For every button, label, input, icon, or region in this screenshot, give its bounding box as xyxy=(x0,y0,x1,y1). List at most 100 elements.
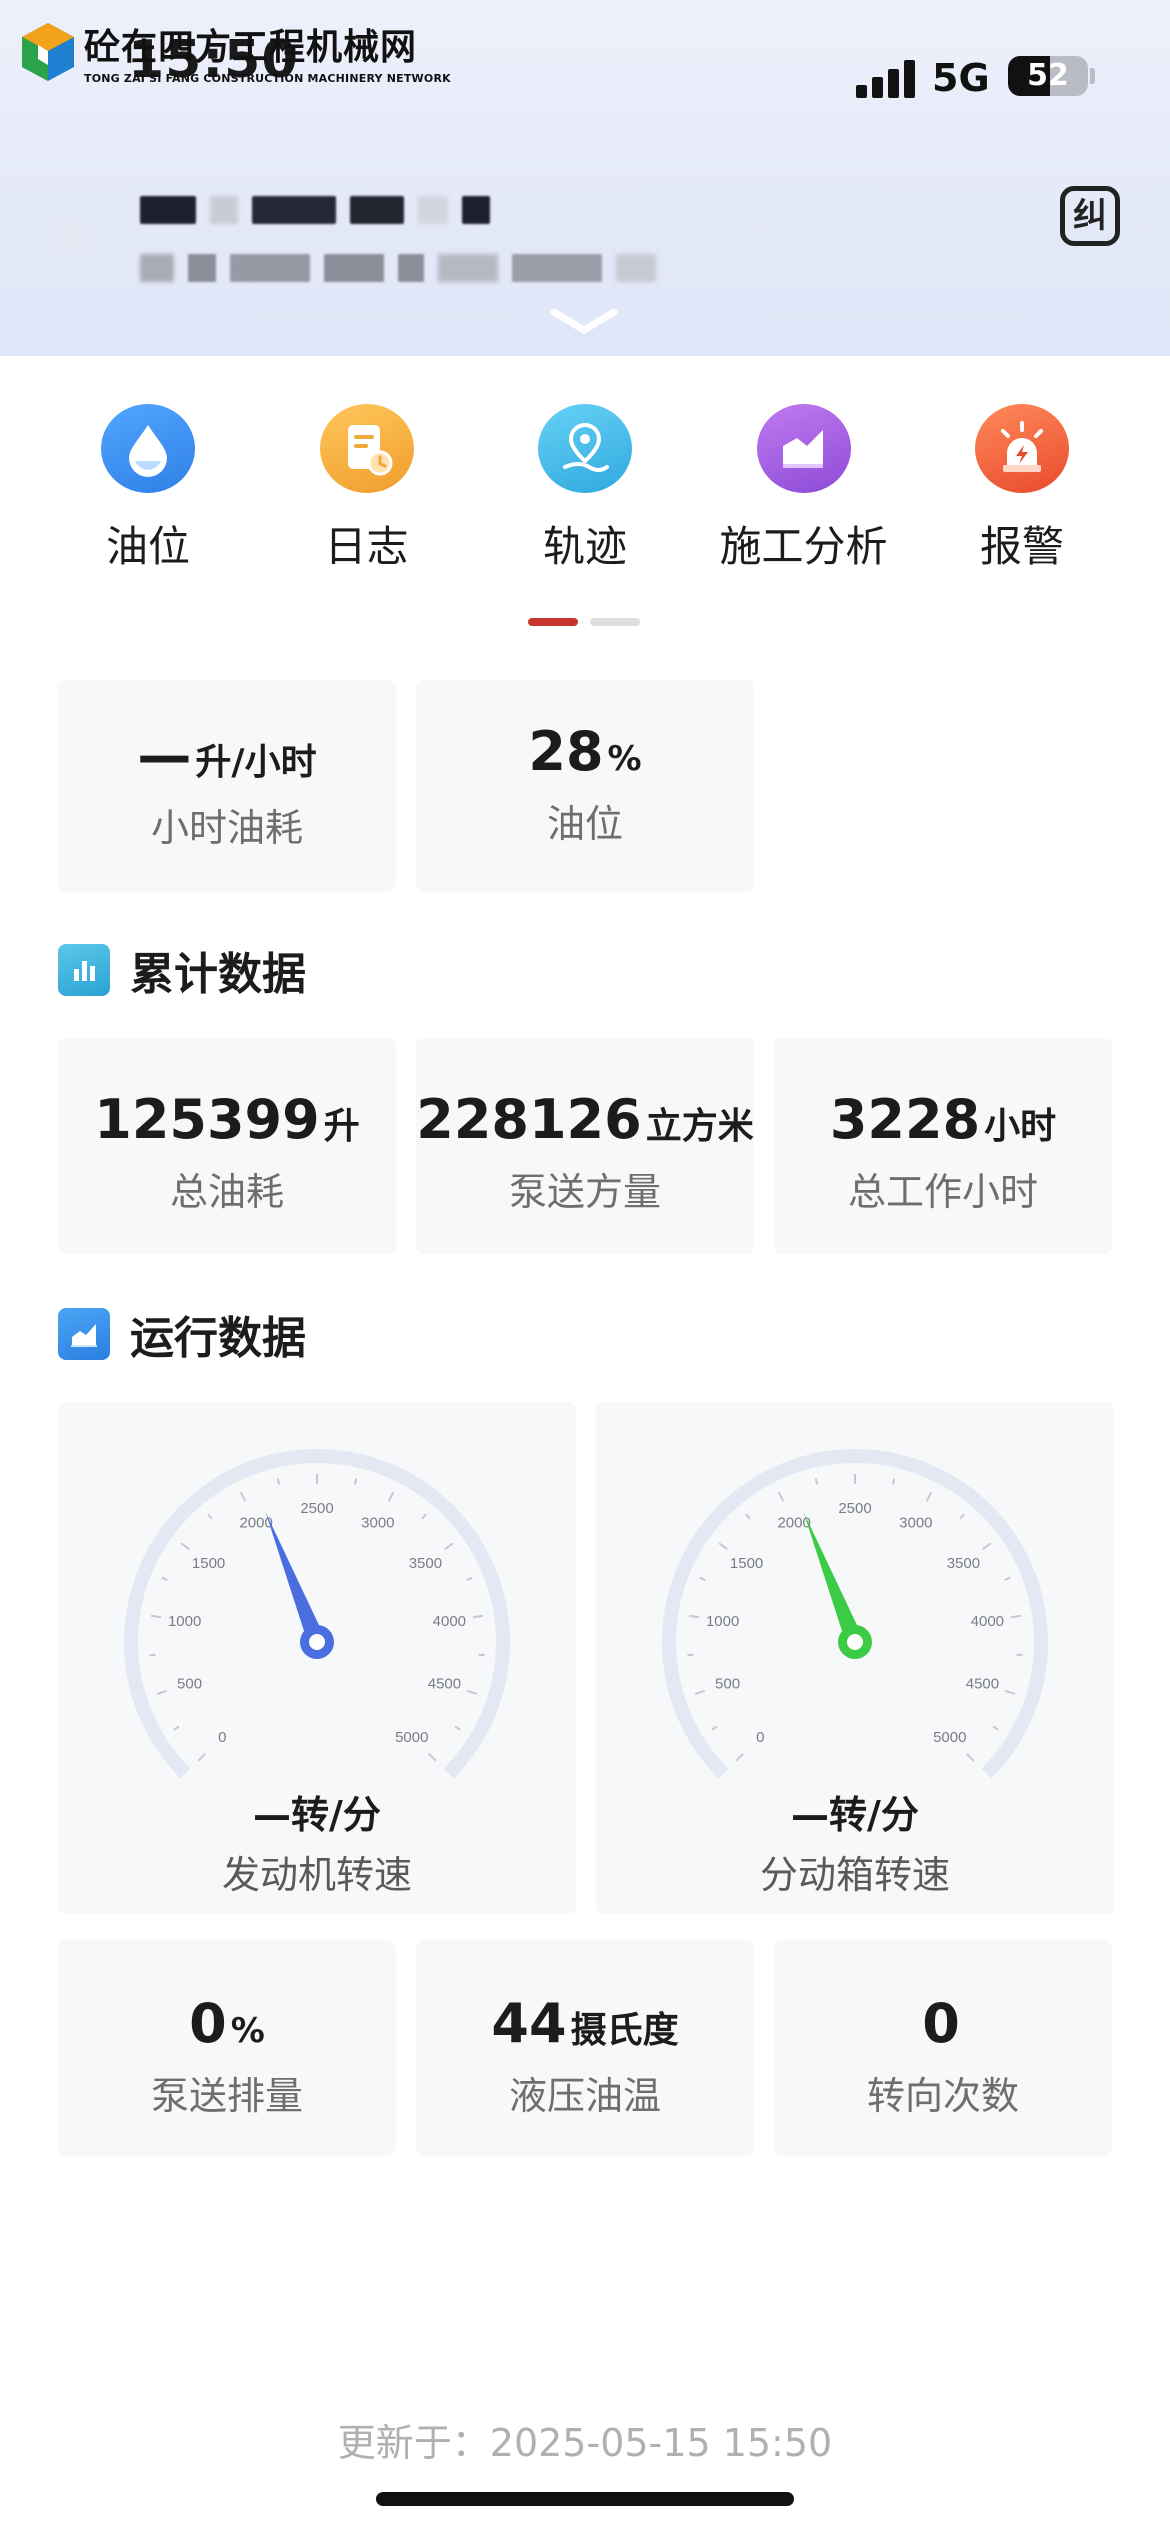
stat-unit: % xyxy=(230,2011,265,2051)
stat-label: 转向次数 xyxy=(866,2074,1019,2118)
stat-unit: 立方米 xyxy=(645,1106,754,1147)
header-panel: 15:50 砼在四方工程机械网 TONG ZAI SI FANG CONSTRU… xyxy=(0,0,1170,356)
gauge-tick xyxy=(777,1491,785,1502)
gauge-tick-label: 2500 xyxy=(300,1500,333,1517)
func-icon-bg xyxy=(319,404,414,493)
gauge-tick-label: 3000 xyxy=(361,1515,394,1532)
function-label: 油位 xyxy=(105,522,190,571)
function-oil-level[interactable]: 油位 xyxy=(48,404,248,574)
gauge-tick-label: 1000 xyxy=(168,1613,201,1630)
gauge-tick xyxy=(421,1513,427,1520)
function-log[interactable]: 日志 xyxy=(267,404,467,574)
function-alarm[interactable]: 报警 xyxy=(922,404,1122,574)
gauge-tick xyxy=(207,1513,213,1520)
construction-chart-icon xyxy=(782,429,823,468)
gauge-tick-label: 1000 xyxy=(706,1613,739,1630)
gauge-card-transfer-case-speed: 0 500 1000 1500 2000 2500 3000 3500 4000 4500 5000… xyxy=(596,1402,1114,1914)
stat-unit: 小时 xyxy=(984,1106,1057,1147)
gauge-hub-center xyxy=(847,1634,863,1650)
device-detail-page: 15:50 砼在四方工程机械网 TONG ZAI SI FANG CONSTRU… xyxy=(0,0,1170,2532)
chevron-down-icon[interactable] xyxy=(548,306,620,336)
stat-card-hydraulic-oil-temp: 44 摄氏度 液压油温 xyxy=(416,1940,754,2156)
gauge-tick xyxy=(428,1753,437,1762)
gauge-tick-label: 5000 xyxy=(933,1729,966,1746)
watermark: 砼在四方工程机械网 TONG ZAI SI FANG CONSTRUCTION … xyxy=(20,18,451,85)
function-track[interactable]: 轨迹 xyxy=(485,404,685,574)
area-chart-icon xyxy=(58,1308,110,1360)
stat-label: 泵送方量 xyxy=(508,1170,661,1214)
stat-unit: 升/小时 xyxy=(195,742,317,783)
gauge-tick-label: 4500 xyxy=(966,1675,999,1692)
function-label: 轨迹 xyxy=(542,522,627,571)
gauge-tick xyxy=(992,1725,999,1731)
gauge-tick xyxy=(688,1614,700,1619)
section-title-text: 运行数据 xyxy=(130,1313,306,1364)
gauge-tick-label: 2500 xyxy=(838,1500,871,1517)
update-timestamp: 更新于：2025-05-15 15:50 xyxy=(337,2421,833,2465)
transfer-case-speed-gauge: 0500100015002000250030003500400045005000 xyxy=(662,1449,1048,1779)
stat-unit: % xyxy=(607,739,642,779)
stat-card-pump-displacement: 0% 泵送排量 xyxy=(58,1940,396,2156)
gauge-tick xyxy=(466,1689,478,1695)
page-dot-inactive xyxy=(590,618,640,626)
gauge-tick-label: 4000 xyxy=(433,1613,466,1630)
correct-button[interactable]: 纠 xyxy=(1060,186,1120,246)
section-title-text: 累计数据 xyxy=(130,949,306,1000)
gauge-tick xyxy=(173,1725,180,1731)
bar-chart-icon xyxy=(58,944,110,996)
network-type: 5G xyxy=(932,56,990,100)
watermark-name-en: TONG ZAI SI FANG CONSTRUCTION MACHINERY … xyxy=(84,72,451,85)
page-dot-active xyxy=(528,618,578,626)
function-grid: 油位 日志 轨迹 施工分析 报警 xyxy=(48,404,1122,574)
gauge-tick xyxy=(276,1478,281,1485)
home-indicator[interactable] xyxy=(376,2492,794,2506)
watermark-logo-icon xyxy=(22,22,74,81)
stat-card-hourly-fuel: — 升/小时 小时油耗 xyxy=(58,680,396,892)
gauge-tick-label: 3500 xyxy=(409,1555,442,1572)
gauge-label: 分动箱转速 xyxy=(759,1853,950,1897)
gauge-tick xyxy=(891,1478,896,1485)
function-label: 报警 xyxy=(979,522,1064,571)
func-icon-bg xyxy=(101,404,195,493)
log-document-icon xyxy=(347,424,392,475)
gauge-tick-label: 500 xyxy=(715,1675,740,1692)
signal-strength-icon xyxy=(856,60,916,98)
stat-label: 油位 xyxy=(546,802,623,846)
gauge-tick-label: 0 xyxy=(218,1729,226,1746)
stat-value: 0 xyxy=(189,1992,227,2055)
stat-value: 125399 xyxy=(94,1088,320,1151)
gauge-tick xyxy=(925,1491,933,1502)
stat-value: 228126 xyxy=(416,1088,642,1151)
stat-value: 3228 xyxy=(829,1088,981,1151)
gauge-tick-label: 5000 xyxy=(395,1729,428,1746)
gauge-tick xyxy=(472,1614,484,1619)
func-icon-bg xyxy=(538,404,632,493)
gauge-unit: 转/分 xyxy=(829,1793,919,1837)
stat-label: 泵送排量 xyxy=(150,2074,303,2118)
gauge-tick-label: 3000 xyxy=(899,1515,932,1532)
gauge-tick xyxy=(966,1753,975,1762)
gauge-tick xyxy=(711,1725,718,1731)
gauge-tick xyxy=(444,1542,454,1550)
function-construction-analysis[interactable]: 施工分析 xyxy=(704,404,904,574)
gauge-tick xyxy=(1010,1614,1022,1619)
gauge-tick xyxy=(466,1576,473,1581)
gauge-tick-label: 1500 xyxy=(192,1555,225,1572)
gauge-tick-label: 1500 xyxy=(730,1555,763,1572)
redacted-blob xyxy=(54,226,84,252)
gauge-value: — xyxy=(253,1793,292,1837)
stat-label: 小时油耗 xyxy=(150,806,303,850)
stat-card-oil-level: 28% 油位 xyxy=(416,680,754,892)
gauge-tick xyxy=(1004,1576,1011,1581)
func-icon-bg xyxy=(975,404,1069,493)
gauge-tick-label: 4000 xyxy=(971,1613,1004,1630)
device-info-redacted xyxy=(140,254,670,282)
engine-speed-gauge: 0500100015002000250030003500400045005000 xyxy=(124,1449,510,1779)
battery-tip xyxy=(1090,68,1095,84)
gauge-tick xyxy=(156,1689,168,1695)
gauge-card-engine-speed: 0 500 1000 1500 2000 2500 3000 3500 4000 4500 5000… xyxy=(58,1402,576,1914)
gauge-tick xyxy=(745,1513,751,1520)
gauge-tick xyxy=(718,1542,728,1550)
gauge-tick xyxy=(454,1725,461,1731)
page-indicator xyxy=(528,618,652,626)
